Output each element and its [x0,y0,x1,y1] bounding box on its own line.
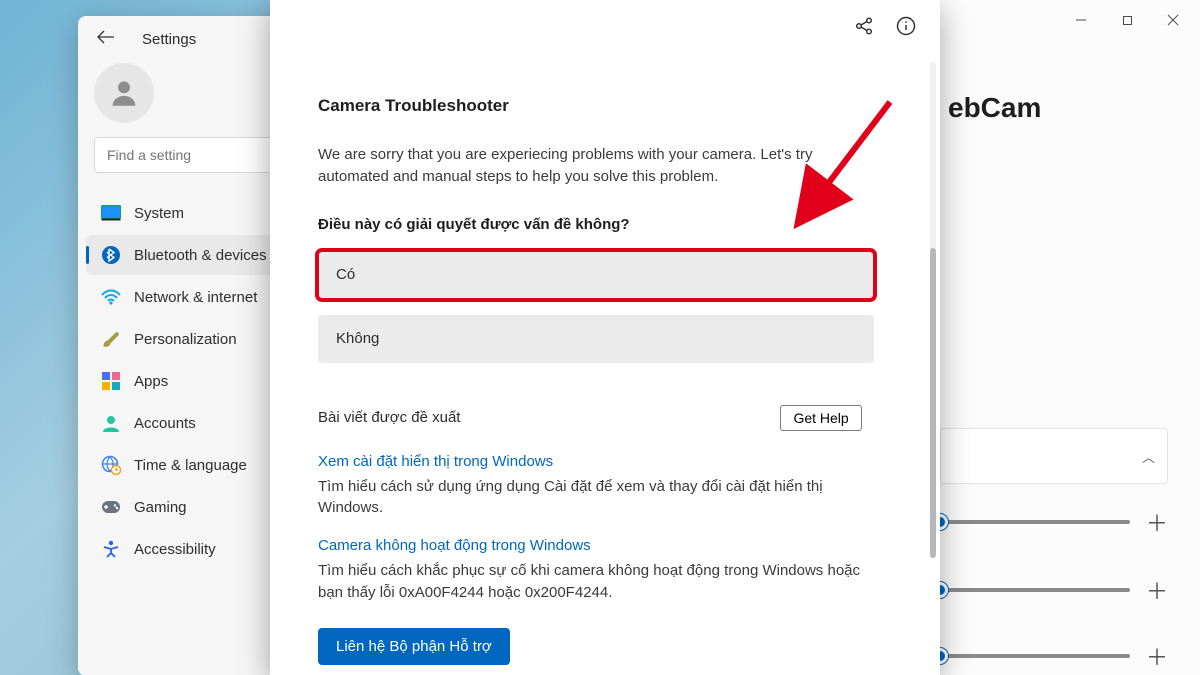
sidebar-item-label: Time & language [134,457,247,474]
slider-row: ＋ [940,502,1168,542]
sidebar-item-label: Accessibility [134,541,216,558]
user-avatar[interactable] [94,63,154,123]
display-icon [100,202,122,224]
contact-support-button[interactable]: Liên hệ Bộ phận Hỗ trợ [318,628,510,665]
slider[interactable] [940,520,1130,524]
help-topbar [854,16,916,41]
suggested-article: Camera không hoạt động trong Windows Tìm… [318,537,878,604]
slider[interactable] [940,588,1130,592]
sidebar-item-label: Gaming [134,499,187,516]
scrollbar[interactable] [930,62,936,552]
option-yes-button[interactable]: Có [318,251,874,299]
article-desc: Tìm hiểu cách khắc phục sự cố khi camera… [318,560,878,604]
sidebar-item-label: Accounts [134,415,196,432]
back-arrow-icon[interactable] [94,30,118,49]
get-help-panel: Camera Troubleshooter We are sorry that … [270,0,940,675]
wifi-icon [100,286,122,308]
share-icon[interactable] [854,16,874,41]
account-icon [100,412,122,434]
plus-icon[interactable]: ＋ [1146,506,1168,538]
minimize-button[interactable] [1058,4,1104,36]
option-no-button[interactable]: Không [318,315,874,363]
page-title: ebCam [948,92,1041,124]
plus-icon[interactable]: ＋ [1146,574,1168,606]
troubleshooter-question: Điều này có giải quyết được vấn đề không… [318,216,894,233]
plus-icon[interactable]: ＋ [1146,640,1168,672]
suggested-article: Xem cài đặt hiển thị trong Windows Tìm h… [318,453,878,520]
sidebar-item-label: Network & internet [134,289,257,306]
accessibility-icon [100,538,122,560]
troubleshooter-description: We are sorry that you are experiecing pr… [318,144,878,188]
maximize-button[interactable] [1104,4,1150,36]
slider[interactable] [940,654,1130,658]
troubleshooter-title: Camera Troubleshooter [318,96,894,116]
article-link[interactable]: Camera không hoạt động trong Windows [318,537,878,554]
person-icon [107,76,141,110]
settings-title: Settings [142,31,196,48]
window-controls [1058,4,1196,36]
sidebar-item-label: Bluetooth & devices [134,247,267,264]
sidebar-item-label: Personalization [134,331,237,348]
globe-clock-icon [100,454,122,476]
suggested-articles-label: Bài viết được đề xuất [318,409,460,426]
brush-icon [100,328,122,350]
chevron-up-icon: ︿ [1142,447,1155,466]
article-link[interactable]: Xem cài đặt hiển thị trong Windows [318,453,878,470]
sidebar-item-label: Apps [134,373,168,390]
scrollbar-thumb[interactable] [930,248,936,558]
apps-icon [100,370,122,392]
info-icon[interactable] [896,16,916,41]
get-help-button[interactable]: Get Help [780,405,861,431]
article-desc: Tìm hiểu cách sử dụng ứng dụng Cài đặt đ… [318,476,878,520]
gaming-icon [100,496,122,518]
bluetooth-icon [100,244,122,266]
webcam-settings-window: ebCam ︿ ＋ ＋ ＋ [940,0,1200,675]
section-expander[interactable]: ︿ [940,428,1168,484]
slider-row: ＋ [940,570,1168,610]
sidebar-item-label: System [134,205,184,222]
slider-row: ＋ [940,636,1168,675]
close-button[interactable] [1150,4,1196,36]
